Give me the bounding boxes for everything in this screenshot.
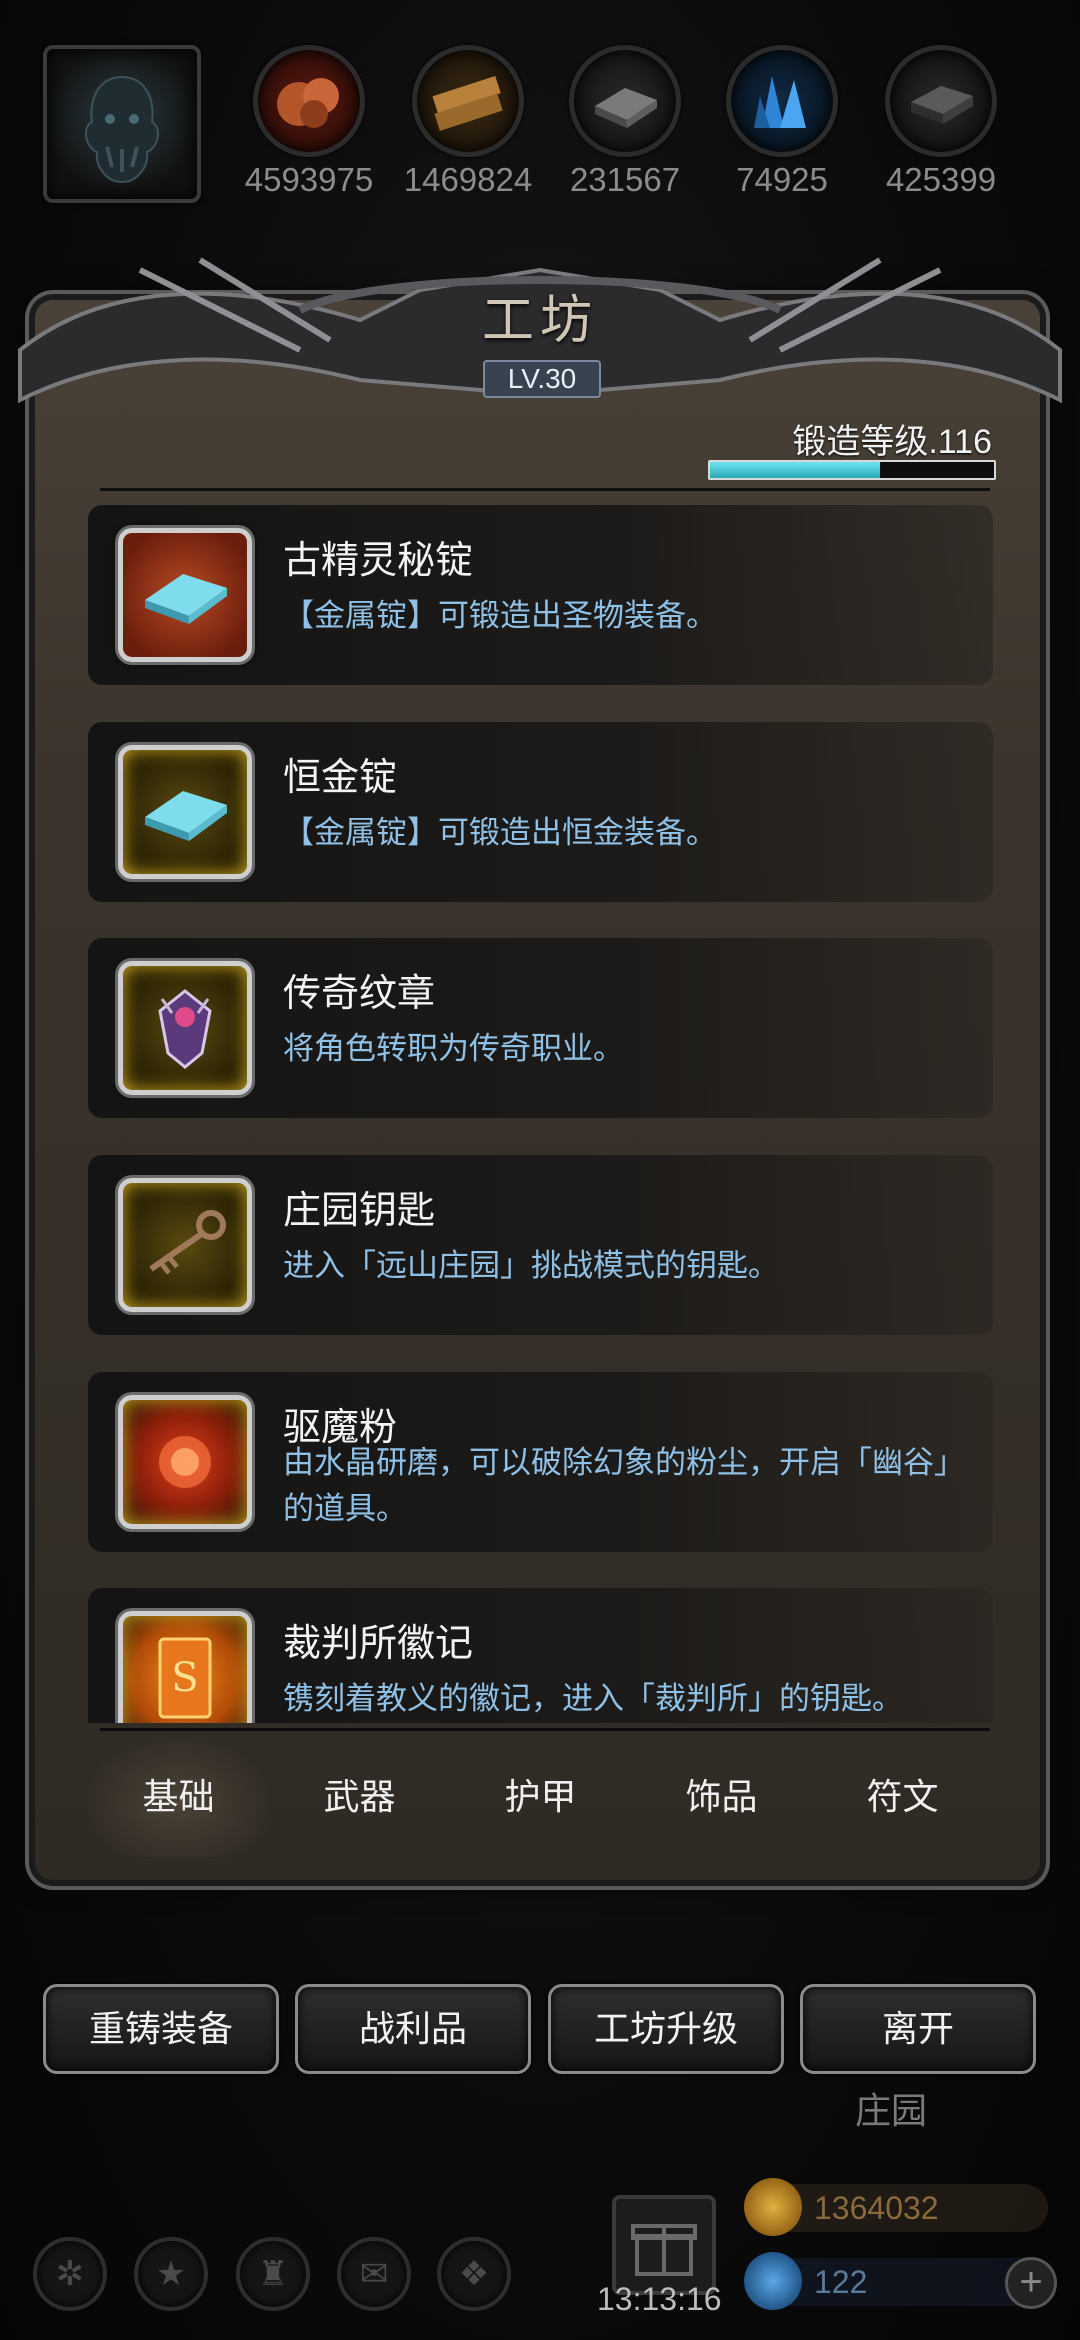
gem-amount: 122 (814, 2264, 868, 2300)
seal-icon: S (118, 1611, 252, 1723)
list-item[interactable]: 传奇纹章 将角色转职为传奇职业。 (88, 938, 993, 1118)
powder-icon (118, 1395, 252, 1529)
item-description: 【金属锭】可锻造出恒金装备。 (283, 815, 717, 850)
resource-amount: 425399 (885, 161, 997, 198)
recipe-list[interactable]: 古精灵秘锭 【金属锭】可锻造出圣物装备。 恒金锭 【金属锭】可锻造出恒金装备。 … (88, 505, 993, 1723)
divider-top (100, 488, 990, 491)
panel-title: 工坊 (481, 293, 598, 350)
workshop-level-badge: LV.30 (483, 360, 601, 398)
guild-icon[interactable]: ♜ (236, 2237, 310, 2311)
mail-icon[interactable]: ✉ (337, 2237, 411, 2311)
wood-plank-icon (412, 45, 524, 157)
gold-counter: 1364032 (744, 2178, 1048, 2236)
workshop-upgrade-button[interactable]: 工坊升级 (548, 1984, 784, 2074)
resource-wood[interactable]: 1469824 (404, 45, 532, 199)
item-name: 裁判所徽记 (283, 1623, 474, 1665)
resource-iron[interactable]: 231567 (565, 45, 685, 199)
crystal-icon (726, 45, 838, 157)
map-icon[interactable]: ❖ (437, 2237, 511, 2311)
location-label: 庄园 (855, 2090, 928, 2131)
category-tabs: 基础 武器 护甲 饰品 符文 (88, 1737, 993, 1877)
monster-portrait-icon (85, 75, 159, 184)
list-item[interactable]: 驱魔粉 由水晶研磨，可以破除幻象的粉尘，开启「幽谷」的道具。 (88, 1372, 993, 1552)
item-description: 由水晶研磨，可以破除幻象的粉尘，开启「幽谷」的道具。 (283, 1445, 965, 1526)
list-item[interactable]: S 裁判所徽记 镌刻着教义的徽记，进入「裁判所」的钥匙。 (88, 1588, 993, 1723)
tab-runes[interactable]: 符文 (812, 1737, 993, 1857)
item-description: 镌刻着教义的徽记，进入「裁判所」的钥匙。 (283, 1681, 903, 1716)
leave-button[interactable]: 离开 (800, 1984, 1036, 2074)
loot-button[interactable]: 战利品 (295, 1984, 531, 2074)
tab-basic[interactable]: 基础 (88, 1737, 269, 1857)
item-description: 将角色转职为传奇职业。 (283, 1031, 624, 1066)
event-timer: 13:13:16 (597, 2281, 722, 2317)
star-medal-icon[interactable]: ★ (134, 2237, 208, 2311)
list-item[interactable]: 庄园钥匙 进入「远山庄园」挑战模式的钥匙。 (88, 1155, 993, 1335)
gold-coin-icon (744, 2178, 802, 2236)
iron-ingot-icon (569, 45, 681, 157)
divider-bottom (100, 1728, 990, 1731)
tab-armor[interactable]: 护甲 (450, 1737, 631, 1857)
forge-progress-fill (710, 462, 881, 478)
blue-ingot-icon (118, 745, 252, 879)
blue-ingot-icon (118, 528, 252, 662)
resource-dark-ingot[interactable]: 425399 (881, 45, 1001, 199)
resource-copper[interactable]: 4593975 (245, 45, 373, 199)
add-currency-button[interactable]: + (1005, 2257, 1057, 2309)
emblem-icon (118, 961, 252, 1095)
list-item[interactable]: 恒金锭 【金属锭】可锻造出恒金装备。 (88, 722, 993, 902)
player-avatar[interactable] (43, 45, 201, 203)
copper-ore-icon (253, 45, 365, 157)
forge-progress-bar (708, 460, 996, 480)
item-name: 庄园钥匙 (283, 1190, 436, 1232)
reforge-equipment-button[interactable]: 重铸装备 (43, 1984, 279, 2074)
item-name: 古精灵秘锭 (283, 540, 474, 582)
item-name: 传奇纹章 (283, 973, 436, 1015)
list-item[interactable]: 古精灵秘锭 【金属锭】可锻造出圣物装备。 (88, 505, 993, 685)
item-description: 进入「远山庄园」挑战模式的钥匙。 (283, 1248, 779, 1283)
tab-weapons[interactable]: 武器 (269, 1737, 450, 1857)
tab-accessories[interactable]: 饰品 (631, 1737, 812, 1857)
svg-text:S: S (171, 1655, 198, 1701)
gem-icon (744, 2252, 802, 2310)
gift-box-icon[interactable] (612, 2195, 716, 2295)
gold-amount: 1364032 (814, 2190, 939, 2226)
forge-level-label: 锻造等级.116 (792, 423, 992, 461)
settings-gear-icon[interactable]: ✲ (33, 2237, 107, 2311)
gem-counter: 122 (744, 2252, 1048, 2310)
item-description: 【金属锭】可锻造出圣物装备。 (283, 598, 717, 633)
dark-ingot-icon (885, 45, 997, 157)
resource-crystal[interactable]: 74925 (722, 45, 842, 199)
key-icon (118, 1178, 252, 1312)
item-name: 恒金锭 (283, 757, 398, 799)
